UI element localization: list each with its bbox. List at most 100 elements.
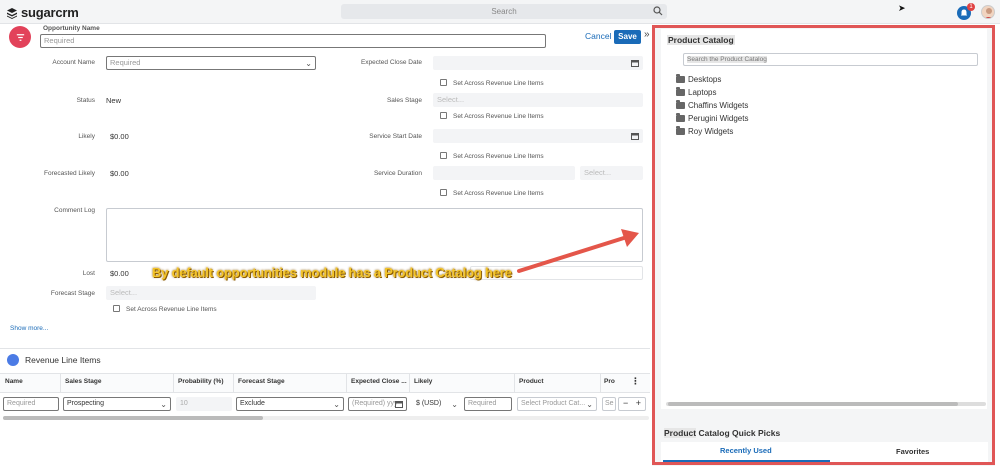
forecasted-likely-label: Forecasted Likely bbox=[44, 170, 95, 177]
rli-sales-stage-select[interactable]: Prospecting ⌄ bbox=[63, 397, 171, 411]
column-likely[interactable]: Likely bbox=[414, 378, 432, 385]
set-across-checkbox-forecast-stage[interactable] bbox=[113, 305, 120, 312]
set-across-label: Set Across Revenue Line Items bbox=[453, 153, 544, 160]
rli-pro-placeholder: Se bbox=[605, 400, 614, 407]
rli-probability-value: 10 bbox=[180, 400, 188, 407]
remove-row-icon[interactable]: − bbox=[623, 398, 628, 408]
chevron-down-icon: ⌄ bbox=[305, 59, 312, 68]
column-name[interactable]: Name bbox=[5, 378, 23, 385]
sales-stage-select[interactable]: Select... bbox=[433, 93, 643, 107]
set-across-label: Set Across Revenue Line Items bbox=[126, 306, 217, 313]
rli-name-placeholder: Required bbox=[7, 400, 36, 407]
mouse-cursor-icon: ➤ bbox=[898, 3, 906, 13]
service-duration-input[interactable] bbox=[433, 166, 575, 180]
account-name-label: Account Name bbox=[52, 59, 95, 66]
save-button[interactable]: Save bbox=[614, 30, 641, 44]
lost-value: $0.00 bbox=[110, 269, 129, 278]
sales-stage-placeholder: Select... bbox=[437, 95, 465, 104]
sales-stage-label: Sales Stage bbox=[386, 97, 422, 104]
calendar-icon bbox=[395, 401, 403, 408]
forecast-stage-label: Forecast Stage bbox=[50, 290, 95, 297]
likely-value: $0.00 bbox=[110, 132, 129, 141]
column-divider bbox=[600, 373, 601, 393]
column-product[interactable]: Product bbox=[519, 378, 544, 385]
search-icon bbox=[653, 6, 663, 16]
calendar-icon bbox=[631, 133, 639, 140]
rli-probability-input[interactable]: 10 bbox=[176, 397, 232, 411]
chevron-down-icon: ⌄ bbox=[160, 400, 167, 409]
annotation-text: By default opportunities module has a Pr… bbox=[152, 265, 512, 280]
rli-product-select[interactable]: Select Product Cat... ⌄ bbox=[517, 397, 597, 411]
chevron-down-icon: ⌄ bbox=[451, 400, 458, 409]
rli-close-date-input[interactable]: (Required) yyy bbox=[348, 397, 407, 411]
likely-label: Likely bbox=[78, 133, 95, 140]
add-row-icon[interactable]: + bbox=[636, 398, 641, 408]
service-duration-unit-select[interactable]: Select... bbox=[580, 166, 643, 180]
comment-log-label: Comment Log bbox=[54, 207, 95, 214]
account-name-placeholder: Required bbox=[110, 58, 141, 67]
rli-forecast-stage-value: Exclude bbox=[240, 400, 265, 407]
rli-title: Revenue Line Items bbox=[25, 355, 101, 365]
forecast-stage-select[interactable]: Select... bbox=[106, 286, 316, 300]
column-divider bbox=[233, 373, 234, 393]
column-divider bbox=[514, 373, 515, 393]
set-across-checkbox-service-duration[interactable] bbox=[440, 189, 447, 196]
forecast-stage-placeholder: Select... bbox=[110, 288, 138, 297]
annotation-arrow-icon bbox=[517, 229, 639, 273]
expected-close-date-label: Expected Close Date bbox=[360, 59, 422, 66]
user-avatar[interactable] bbox=[981, 5, 995, 19]
rli-likely-placeholder: Required bbox=[468, 400, 497, 407]
sugarcrm-logo[interactable]: sugarcrm bbox=[6, 5, 79, 20]
service-duration-label: Service Duration bbox=[373, 170, 422, 177]
global-search-input[interactable]: Search bbox=[341, 4, 667, 19]
rli-pro-input[interactable]: Se bbox=[602, 397, 616, 411]
lost-label: Lost bbox=[82, 270, 95, 277]
chevron-down-icon: ⌄ bbox=[333, 400, 340, 409]
logo-cube-icon bbox=[7, 7, 17, 19]
set-across-checkbox-service-start[interactable] bbox=[440, 152, 447, 159]
column-divider bbox=[409, 373, 410, 393]
cancel-button[interactable]: Cancel bbox=[585, 31, 611, 41]
notification-count-badge: 1 bbox=[967, 3, 975, 11]
calendar-icon bbox=[631, 60, 639, 67]
service-duration-placeholder: Select... bbox=[584, 168, 612, 177]
column-probability[interactable]: Probability (%) bbox=[178, 378, 224, 385]
set-across-checkbox-sales-stage[interactable] bbox=[440, 112, 447, 119]
column-forecast-stage[interactable]: Forecast Stage bbox=[238, 378, 285, 385]
show-more-link[interactable]: Show more... bbox=[10, 325, 48, 332]
set-across-label: Set Across Revenue Line Items bbox=[453, 80, 544, 87]
rli-forecast-stage-select[interactable]: Exclude ⌄ bbox=[236, 397, 344, 411]
set-across-checkbox-close-date[interactable] bbox=[440, 79, 447, 86]
column-expected-close[interactable]: Expected Close ... bbox=[351, 378, 407, 385]
logo-text: sugarcrm bbox=[21, 5, 79, 20]
forecasted-likely-value: $0.00 bbox=[110, 169, 129, 178]
rli-sales-stage-value: Prospecting bbox=[67, 400, 104, 407]
more-options-icon[interactable]: ⋮ bbox=[631, 376, 640, 387]
account-name-select[interactable]: Required ⌄ bbox=[106, 56, 316, 70]
column-divider bbox=[346, 373, 347, 393]
highlight-border bbox=[652, 25, 995, 465]
status-label: Status bbox=[76, 97, 95, 104]
rli-row-actions: − + bbox=[618, 397, 646, 411]
service-start-date-label: Service Start Date bbox=[369, 133, 422, 140]
opportunity-name-input[interactable]: Required bbox=[40, 34, 546, 48]
column-pro[interactable]: Pro bbox=[604, 378, 615, 385]
chevron-down-icon: ⌄ bbox=[586, 400, 593, 409]
opportunity-name-label: Opportunity Name bbox=[43, 25, 100, 32]
column-sales-stage[interactable]: Sales Stage bbox=[65, 378, 102, 385]
search-placeholder: Search bbox=[491, 7, 517, 16]
opportunity-name-placeholder: Required bbox=[44, 36, 75, 45]
expected-close-date-input[interactable] bbox=[433, 56, 643, 70]
rli-likely-input[interactable]: Required bbox=[464, 397, 512, 411]
collapse-panel-icon[interactable]: » bbox=[644, 29, 650, 40]
rli-name-input[interactable]: Required bbox=[3, 397, 59, 411]
rli-close-date-placeholder: (Required) yyy bbox=[352, 400, 398, 407]
opportunity-module-icon bbox=[9, 26, 31, 48]
rli-currency-select[interactable]: $ (USD) ⌄ bbox=[412, 397, 462, 411]
set-across-label: Set Across Revenue Line Items bbox=[453, 190, 544, 197]
service-start-date-input[interactable] bbox=[433, 129, 643, 143]
rli-scroll-thumb[interactable] bbox=[3, 416, 263, 420]
column-divider bbox=[60, 373, 61, 393]
status-value: New bbox=[106, 96, 122, 105]
rli-product-placeholder: Select Product Cat... bbox=[521, 400, 586, 407]
